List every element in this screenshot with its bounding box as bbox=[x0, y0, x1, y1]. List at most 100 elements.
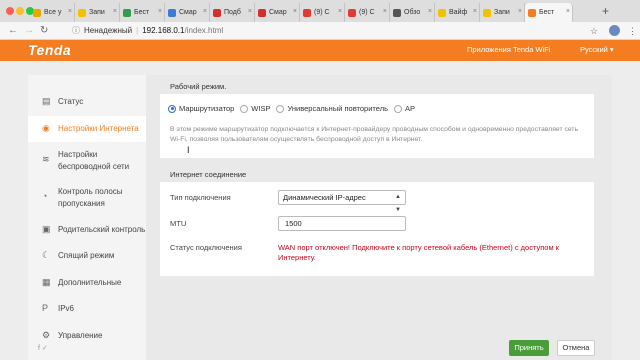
tab-label: Подб bbox=[224, 9, 241, 16]
sidebar-item-globe[interactable]: ◉ Настройки Интернета bbox=[28, 116, 146, 142]
advanced-icon: ▦ bbox=[42, 277, 51, 287]
tenda-wifi-app-link[interactable]: Приложения Tenda WiFi bbox=[467, 45, 550, 54]
tab-close-icon[interactable]: × bbox=[158, 8, 162, 15]
sidebar-item-wifi[interactable]: ≋ Настройки беспроводной сети bbox=[28, 142, 146, 178]
work-mode-option[interactable]: WISP bbox=[240, 104, 270, 113]
work-mode-option-label: AP bbox=[404, 104, 415, 113]
browser-tab[interactable]: Вайф × bbox=[435, 3, 480, 22]
tab-label: (9) С bbox=[314, 9, 330, 16]
wifi-icon: ≋ bbox=[42, 154, 50, 164]
browser-tab[interactable]: Все у × bbox=[30, 3, 75, 22]
address-bar[interactable]: ⓘ Ненадежный | 192.168.0.1/index.html bbox=[72, 25, 223, 37]
sidebar-item-label: Дополнительные bbox=[58, 277, 121, 289]
work-mode-option-label: Маршрутизатор bbox=[179, 104, 235, 113]
sidebar-item-label-line: Контроль полосы bbox=[58, 187, 123, 196]
tab-close-icon[interactable]: × bbox=[473, 8, 477, 15]
work-mode-title: Рабочий режим. bbox=[170, 82, 227, 91]
sidebar-item-sleep[interactable]: ☾ Спящий режим bbox=[28, 243, 146, 269]
work-mode-option[interactable]: AP bbox=[393, 104, 415, 113]
url-host: 192.168.0.1 bbox=[142, 26, 185, 35]
connection-type-label: Тип подключения bbox=[170, 193, 231, 202]
close-window-button[interactable] bbox=[6, 7, 14, 15]
tab-close-icon[interactable]: × bbox=[338, 8, 342, 15]
connection-type-select[interactable]: Динамический IP-адрес ▲ ▼ bbox=[278, 190, 406, 213]
work-mode-option[interactable]: Универсальный повторитель bbox=[276, 104, 388, 113]
browser-tab[interactable]: (9) С × bbox=[300, 3, 345, 22]
apply-button[interactable]: Принять bbox=[509, 340, 549, 356]
bookmark-star-icon[interactable]: ☆ bbox=[590, 26, 598, 37]
mtu-input[interactable]: 1500 bbox=[278, 216, 406, 231]
sidebar-item-advanced[interactable]: ▦ Дополнительные bbox=[28, 270, 146, 296]
sidebar-item-label-line: Дополнительные bbox=[58, 278, 122, 287]
sidebar-item-label-line: Настройки Интернета bbox=[58, 124, 139, 133]
browser-tab[interactable]: Обзо × bbox=[390, 3, 435, 22]
tab-favicon-icon bbox=[483, 8, 491, 17]
tab-label: Смар bbox=[179, 9, 197, 16]
browser-tab[interactable]: Бест × bbox=[525, 3, 573, 22]
language-select[interactable]: Русский ▾ bbox=[580, 45, 614, 54]
sidebar-item-label-line: Спящий режим bbox=[58, 251, 115, 260]
tab-label: Бест bbox=[539, 9, 555, 16]
sidebar-item-status[interactable]: ▤ Статус bbox=[28, 89, 146, 115]
router-header: Tenda Приложения Tenda WiFi Русский ▾ bbox=[0, 40, 640, 61]
new-tab-button[interactable]: + bbox=[602, 4, 609, 18]
tab-close-icon[interactable]: × bbox=[68, 8, 72, 15]
tab-favicon-icon bbox=[33, 8, 41, 17]
browser-tab[interactable]: Подб × bbox=[210, 3, 255, 22]
reload-icon[interactable]: ↻ bbox=[40, 24, 48, 38]
sidebar-item-label: Родительский контроль bbox=[58, 224, 145, 236]
radio-button[interactable] bbox=[168, 104, 176, 113]
parental-icon: ▣ bbox=[42, 224, 51, 234]
browser-tab[interactable]: Запи × bbox=[480, 3, 525, 22]
text-cursor-icon: I bbox=[187, 145, 190, 155]
sidebar-item-label-line: пропускания bbox=[58, 199, 105, 208]
profile-avatar[interactable] bbox=[609, 25, 620, 36]
work-mode-option-label: Универсальный повторитель bbox=[287, 104, 388, 113]
tab-favicon-icon bbox=[438, 8, 446, 17]
tab-close-icon[interactable]: × bbox=[428, 8, 432, 15]
browser-menu-icon[interactable]: ⋮ bbox=[628, 26, 637, 37]
radio-button[interactable] bbox=[393, 104, 402, 113]
work-mode-radio-group: Маршрутизатор WISP Универсальный повторите… bbox=[168, 104, 421, 113]
social-icons[interactable]: f ✓ bbox=[38, 344, 48, 352]
sidebar-item-bandwidth[interactable]: ◔ Контроль полосы пропускания bbox=[28, 179, 146, 215]
work-mode-option[interactable]: Маршрутизатор bbox=[168, 104, 234, 113]
sidebar-item-ipv6[interactable]: P IPv6 bbox=[28, 296, 146, 322]
tab-label: Запи bbox=[494, 9, 510, 16]
tab-close-icon[interactable]: × bbox=[518, 8, 522, 15]
tab-favicon-icon bbox=[528, 8, 536, 17]
tab-favicon-icon bbox=[303, 8, 311, 17]
browser-tab[interactable]: Запи × bbox=[75, 3, 120, 22]
radio-button[interactable] bbox=[240, 104, 249, 113]
forward-icon[interactable]: → bbox=[24, 24, 34, 38]
browser-tab[interactable]: Смар × bbox=[255, 3, 300, 22]
connection-status-label: Статус подключения bbox=[170, 243, 242, 252]
tab-close-icon[interactable]: × bbox=[293, 8, 297, 15]
back-icon[interactable]: ← bbox=[8, 24, 18, 38]
sidebar-item-label: Статус bbox=[58, 96, 83, 108]
sidebar-item-label-line: беспроводной сети bbox=[58, 162, 130, 171]
tab-favicon-icon bbox=[393, 8, 401, 17]
connection-type-value: Динамический IP-адрес bbox=[283, 193, 366, 202]
radio-button[interactable] bbox=[276, 104, 285, 113]
browser-tab[interactable]: Смар × bbox=[165, 3, 210, 22]
tab-close-icon[interactable]: × bbox=[113, 8, 117, 15]
security-label: Ненадежный bbox=[84, 26, 133, 35]
minimize-window-button[interactable] bbox=[16, 7, 24, 15]
tab-close-icon[interactable]: × bbox=[566, 8, 570, 15]
tab-label: Обзо bbox=[404, 9, 421, 16]
address-separator: | bbox=[136, 26, 139, 35]
connection-status-value: WAN порт отключен! Подключите к порту се… bbox=[278, 243, 559, 262]
tab-close-icon[interactable]: × bbox=[248, 8, 252, 15]
browser-tab[interactable]: Бест × bbox=[120, 3, 165, 22]
tab-close-icon[interactable]: × bbox=[203, 8, 207, 15]
sidebar-item-parental[interactable]: ▣ Родительский контроль bbox=[28, 217, 146, 243]
cancel-button[interactable]: Отмена bbox=[557, 340, 595, 356]
tab-label: Запи bbox=[89, 9, 105, 16]
tab-close-icon[interactable]: × bbox=[383, 8, 387, 15]
mtu-label: MTU bbox=[170, 219, 187, 228]
select-arrows-icon: ▲ ▼ bbox=[395, 194, 401, 213]
sidebar-item-label-line: Управление bbox=[58, 331, 103, 340]
browser-tab[interactable]: (9) С × bbox=[345, 3, 390, 22]
tab-label: Смар bbox=[269, 9, 287, 16]
